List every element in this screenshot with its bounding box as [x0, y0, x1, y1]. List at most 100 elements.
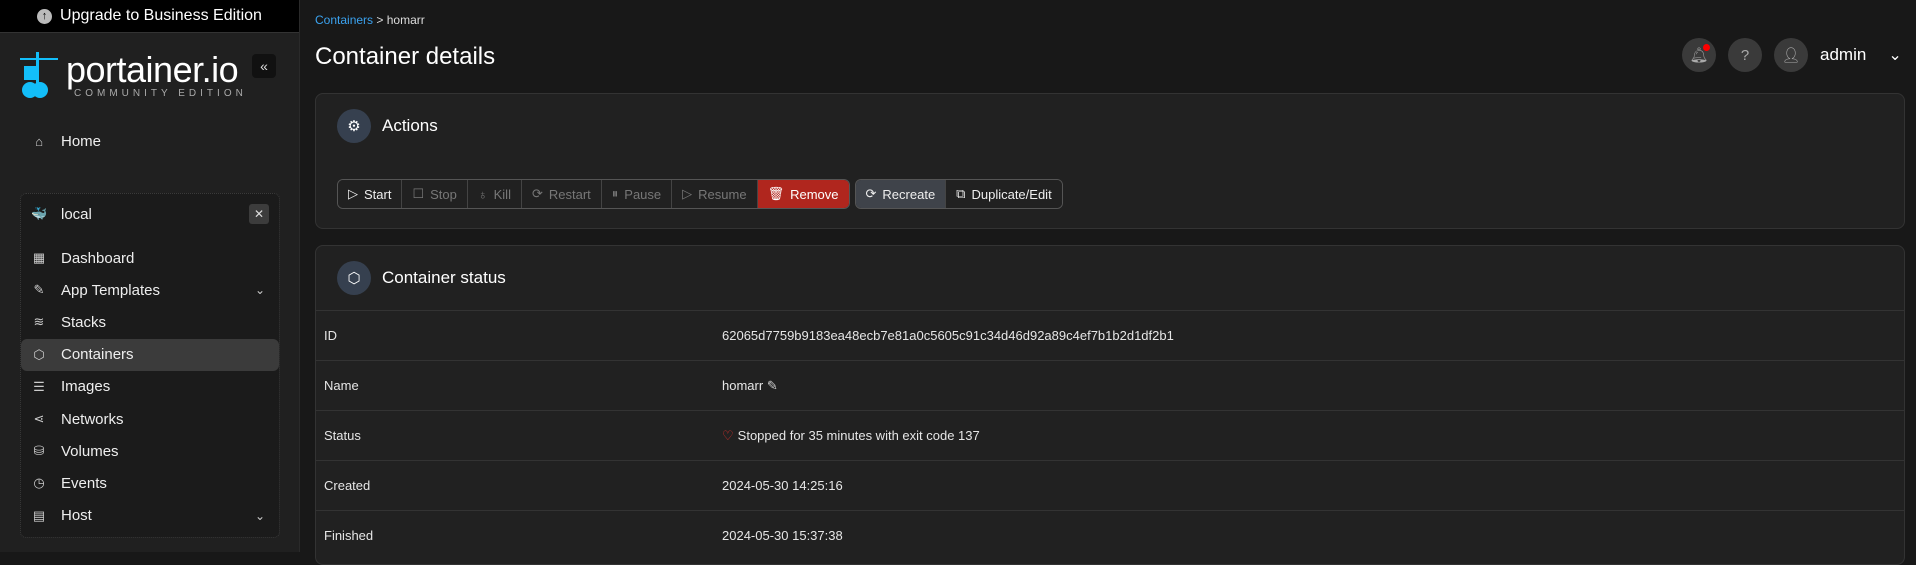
- sidebar-item-images[interactable]: ☰ Images: [21, 371, 279, 403]
- sidebar-item-volumes[interactable]: ⛁ Volumes: [21, 435, 279, 467]
- breadcrumb: Containers > homarr: [315, 13, 425, 27]
- button-group: ⟳ Recreate ⧉ Duplicate/Edit: [854, 179, 1063, 209]
- chevron-down-icon[interactable]: ⌄: [255, 283, 265, 297]
- status-row: Created 2024-05-30 14:25:16: [316, 460, 1904, 510]
- help-button[interactable]: ?: [1728, 38, 1762, 72]
- status-title: Container status: [382, 268, 506, 287]
- close-environment-button[interactable]: ✕: [249, 204, 269, 224]
- logo-edition: COMMUNITY EDITION: [74, 88, 247, 99]
- sidebar: ↑ Upgrade to Business Edition portainer.i…: [0, 0, 300, 552]
- stop-icon: ☐: [412, 186, 425, 201]
- edit-name-icon[interactable]: ✎: [767, 378, 778, 393]
- actions-card: ⚙ Actions ▷ Start ☐ Stop ♁ Kill ⟳ Restart ⏸ Pause ▷…: [315, 93, 1905, 229]
- sidebar-item-app-templates[interactable]: ✎ App Templates ⌄: [21, 274, 279, 306]
- chevron-down-icon[interactable]: ⌄: [255, 509, 265, 523]
- button-label: Pause: [624, 186, 662, 202]
- edit-icon: ✎: [33, 282, 45, 298]
- container-status-card: ⬡ Container status ID 62065d7759b9183ea48e…: [315, 245, 1905, 565]
- sidebar-item-label: Networks: [61, 410, 124, 428]
- sidebar-item-label: Containers: [61, 346, 134, 364]
- breadcrumb-containers-link[interactable]: Containers: [315, 13, 373, 27]
- sidebar-item-label: Host: [61, 507, 92, 525]
- upgrade-banner[interactable]: ↑ Upgrade to Business Edition: [0, 0, 299, 33]
- button-label: Resume: [698, 186, 747, 202]
- start-button[interactable]: ▷ Start: [338, 180, 403, 208]
- user-icon: 👤︎: [1781, 47, 1801, 64]
- sidebar-item-label: Images: [61, 378, 111, 396]
- home-icon: ⌂: [35, 133, 43, 149]
- button-label: Kill: [493, 186, 511, 202]
- row-value: 2024-05-30 14:25:16: [722, 478, 843, 493]
- actions-title: Actions: [382, 116, 438, 135]
- kill-button[interactable]: ♁ Kill: [467, 180, 522, 208]
- portainer-crane-icon: [20, 52, 58, 98]
- collapse-sidebar-button[interactable]: «: [252, 54, 276, 78]
- button-label: Stop: [430, 186, 457, 202]
- sidebar-item-dashboard[interactable]: ▦ Dashboard: [21, 242, 279, 274]
- notifications-button[interactable]: 🔔︎: [1682, 38, 1716, 72]
- button-label: Duplicate/Edit: [971, 186, 1052, 202]
- sidebar-item-host[interactable]: ▤ Host ⌄: [21, 500, 279, 532]
- remove-icon: 🗑︎: [767, 186, 785, 201]
- kill-icon: ♁: [477, 186, 488, 202]
- sidebar-item-events[interactable]: ◷ Events: [21, 467, 279, 499]
- box-icon: ⬡: [33, 346, 45, 362]
- database-icon: ⛁: [33, 443, 45, 459]
- row-key: ID: [324, 328, 337, 343]
- environment-local[interactable]: 🐳 local: [21, 198, 279, 230]
- pause-button[interactable]: ⏸ Pause: [601, 180, 673, 208]
- docker-icon: 🐳: [31, 206, 48, 221]
- start-icon: ▷: [348, 186, 358, 201]
- help-icon: ?: [1740, 46, 1750, 64]
- row-value: 62065d7759b9183ea48ecb7e81a0c5605c91c34d…: [722, 328, 1174, 343]
- sidebar-item-label: Dashboard: [61, 249, 135, 267]
- breadcrumb-separator: >: [376, 13, 384, 27]
- row-key: Name: [324, 378, 359, 393]
- notification-dot: [1703, 44, 1710, 51]
- list-icon: ☰: [33, 378, 45, 394]
- sidebar-item-label: Stacks: [61, 313, 107, 331]
- share-icon: ⋖: [33, 411, 45, 426]
- host-icon: ▤: [32, 507, 46, 523]
- duplicate-edit-icon: ⧉: [956, 186, 966, 201]
- chevron-down-icon[interactable]: ⌄: [1888, 45, 1901, 65]
- button-label: Start: [364, 186, 392, 202]
- recreate-icon: ⟳: [865, 186, 877, 201]
- stop-button[interactable]: ☐ Stop: [402, 180, 468, 208]
- status-row: Finished 2024-05-30 15:37:38: [316, 510, 1904, 560]
- box-icon: ⬡: [337, 261, 371, 295]
- page-title: Container details: [315, 43, 496, 70]
- portainer-logo[interactable]: portainer.io COMMUNITY EDITION: [20, 52, 247, 100]
- row-key: Created: [324, 478, 371, 493]
- layers-icon: ≋: [33, 314, 45, 330]
- status-row: Name homarr ✎: [316, 360, 1904, 410]
- clock-icon: ◷: [33, 475, 45, 491]
- resume-button[interactable]: ▷ Resume: [672, 180, 758, 208]
- sidebar-item-networks[interactable]: ⋖ Networks: [21, 403, 279, 435]
- row-value: 2024-05-30 15:37:38: [722, 528, 843, 543]
- sidebar-item-containers[interactable]: ⬡ Containers: [21, 338, 279, 371]
- sidebar-item-stacks[interactable]: ≋ Stacks: [21, 306, 279, 338]
- status-row: ID 62065d7759b9183ea48ecb7e81a0c5605c91c3…: [316, 310, 1904, 360]
- sidebar-item-label: App Templates: [61, 281, 160, 299]
- restart-button[interactable]: ⟳ Restart: [521, 180, 602, 208]
- user-avatar[interactable]: 👤︎: [1774, 38, 1808, 72]
- dashboard-icon: ▦: [32, 250, 46, 265]
- recreate-button[interactable]: ⟳ Recreate: [855, 180, 947, 208]
- sidebar-item-label: Volumes: [61, 442, 119, 460]
- sidebar-item-label: Events: [61, 474, 107, 492]
- duplicate-edit-button[interactable]: ⧉ Duplicate/Edit: [946, 180, 1062, 208]
- button-group: ▷ Start ☐ Stop ♁ Kill ⟳ Restart ⏸ Pause ▷ Resume 🗑︎ R…: [337, 179, 850, 209]
- sidebar-item-home[interactable]: ⌂ Home: [21, 125, 279, 157]
- heartbeat-icon: ♡: [722, 427, 734, 443]
- logo-text: portainer.io: [66, 49, 239, 90]
- button-label: Remove: [790, 186, 839, 202]
- row-key: Finished: [324, 528, 374, 543]
- username[interactable]: admin: [1820, 45, 1866, 65]
- button-label: Recreate: [882, 186, 936, 202]
- row-value: Stopped for 35 minutes with exit code 13…: [737, 427, 980, 443]
- resume-icon: ▷: [682, 186, 693, 201]
- gear-icon: ⚙: [337, 109, 371, 143]
- remove-button[interactable]: 🗑︎ Remove: [757, 180, 849, 208]
- button-label: Restart: [548, 186, 591, 202]
